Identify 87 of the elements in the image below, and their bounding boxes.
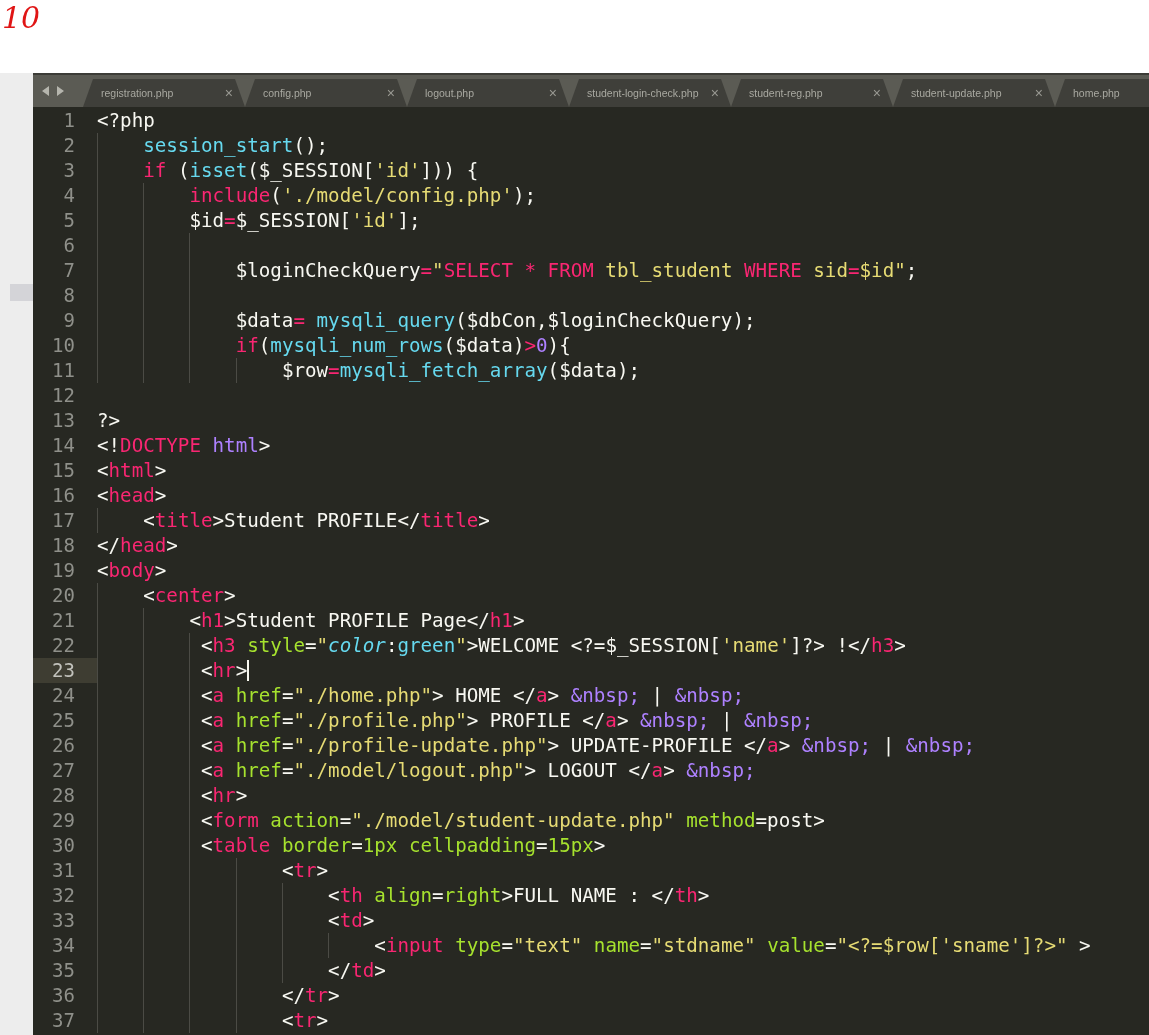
code-line: <h3 style="color:green">WELCOME <?=$_SESSION['name']?> !</h3>	[97, 633, 906, 658]
code-line: if (isset($_SESSION['id'])) {	[97, 158, 479, 183]
code-line: <tr>	[97, 858, 329, 883]
code-line: $row=mysqli_fetch_array($data);	[97, 358, 640, 383]
line-number: 26	[51, 733, 76, 758]
file-tab[interactable]: logout.php ×	[407, 79, 569, 107]
line-number: 31	[51, 858, 76, 883]
close-icon[interactable]: ×	[710, 85, 719, 101]
line-number: 29	[51, 808, 76, 833]
close-icon[interactable]: ×	[224, 85, 233, 101]
tab-navigation-arrows-icon[interactable]	[41, 85, 65, 97]
line-number: 28	[51, 783, 76, 808]
code-line: <input type="text" name="stdname" value="<?=$row['sname']?>" >	[97, 933, 1091, 958]
line-number: 32	[51, 883, 76, 908]
line-number: 23	[33, 658, 97, 683]
close-icon[interactable]: ×	[548, 85, 557, 101]
line-number: 27	[51, 758, 76, 783]
code-line: </td>	[97, 958, 386, 983]
line-number: 12	[51, 383, 76, 408]
code-line: $id=$_SESSION['id'];	[97, 208, 421, 233]
line-number: 8	[62, 283, 76, 308]
code-line: <!DOCTYPE html>	[97, 433, 271, 458]
code-line: <th align=right>FULL NAME : </th>	[97, 883, 710, 908]
line-number: 6	[62, 233, 76, 258]
line-number: 5	[62, 208, 76, 233]
handwritten-annotation: 10	[1, 0, 40, 37]
close-icon[interactable]: ×	[386, 85, 395, 101]
code-line: <center>	[97, 583, 236, 608]
code-line: <hr>	[97, 783, 248, 808]
line-number: 35	[51, 958, 76, 983]
line-number: 16	[51, 483, 76, 508]
line-number: 25	[51, 708, 76, 733]
line-number: 13	[51, 408, 76, 433]
code-line: <a href="./profile.php"> PROFILE </a> &nbsp; | &nbsp;	[97, 708, 814, 733]
line-number: 10	[51, 333, 76, 358]
file-tab[interactable]: student-login-check.php ×	[569, 79, 731, 107]
code-line: include('./model/config.php');	[97, 183, 537, 208]
code-line: <body>	[97, 558, 167, 583]
code-line: $loginCheckQuery="SELECT * FROM tbl_student WHERE sid=$id";	[97, 258, 918, 283]
line-number: 18	[51, 533, 76, 558]
line-number: 20	[51, 583, 76, 608]
close-icon[interactable]: ×	[1034, 85, 1043, 101]
code-line: <tr>	[97, 1008, 329, 1033]
line-number: 36	[51, 983, 76, 1008]
code-line: <a href="./model/logout.php"> LOGOUT </a> &nbsp;	[97, 758, 756, 783]
code-line: <title>Student PROFILE</title>	[97, 508, 490, 533]
line-number: 11	[51, 358, 76, 383]
close-icon[interactable]: ×	[872, 85, 881, 101]
file-tab[interactable]: student-reg.php ×	[731, 79, 893, 107]
line-number: 15	[51, 458, 76, 483]
scroll-marker	[10, 284, 33, 301]
code-line: <html>	[97, 458, 167, 483]
file-tab[interactable]: home.php	[1055, 79, 1149, 107]
line-number: 17	[51, 508, 76, 533]
code-line: <h1>Student PROFILE Page</h1>	[97, 608, 525, 633]
line-number: 21	[51, 608, 76, 633]
line-number: 3	[62, 158, 76, 183]
code-line: <table border=1px cellpadding=15px>	[97, 833, 606, 858]
code-line: <?php	[97, 108, 155, 133]
line-number: 30	[51, 833, 76, 858]
line-number: 4	[62, 183, 76, 208]
line-number: 2	[62, 133, 76, 158]
line-number: 19	[51, 558, 76, 583]
line-number: 24	[51, 683, 76, 708]
code-line: session_start();	[97, 133, 329, 158]
line-number: 37	[51, 1008, 76, 1033]
code-line: <a href="./profile-update.php"> UPDATE-PROFILE </a> &nbsp; | &nbsp;	[97, 733, 976, 758]
file-tab[interactable]: registration.php ×	[83, 79, 245, 107]
file-tab[interactable]: student-update.php ×	[893, 79, 1055, 107]
code-line: <hr>	[97, 658, 250, 683]
code-line: <a href="./home.php"> HOME </a> &nbsp; | &nbsp;	[97, 683, 744, 708]
line-number: 34	[51, 933, 76, 958]
code-line: <head>	[97, 483, 167, 508]
line-number: 33	[51, 908, 76, 933]
code-line: </tr>	[97, 983, 340, 1008]
line-number: 22	[51, 633, 76, 658]
code-line: <td>	[97, 908, 375, 933]
code-line: if(mysqli_num_rows($data)>0){	[97, 333, 571, 358]
code-line: </head>	[97, 533, 178, 558]
line-number: 7	[62, 258, 76, 283]
code-line: <form action="./model/student-update.php" method=post>	[97, 808, 825, 833]
line-number: 9	[62, 308, 76, 333]
line-number: 14	[51, 433, 76, 458]
code-line: ?>	[97, 408, 121, 433]
code-line: $data= mysqli_query($dbCon,$loginCheckQuery);	[97, 308, 756, 333]
file-tab[interactable]: config.php ×	[245, 79, 407, 107]
line-number: 1	[62, 108, 76, 133]
